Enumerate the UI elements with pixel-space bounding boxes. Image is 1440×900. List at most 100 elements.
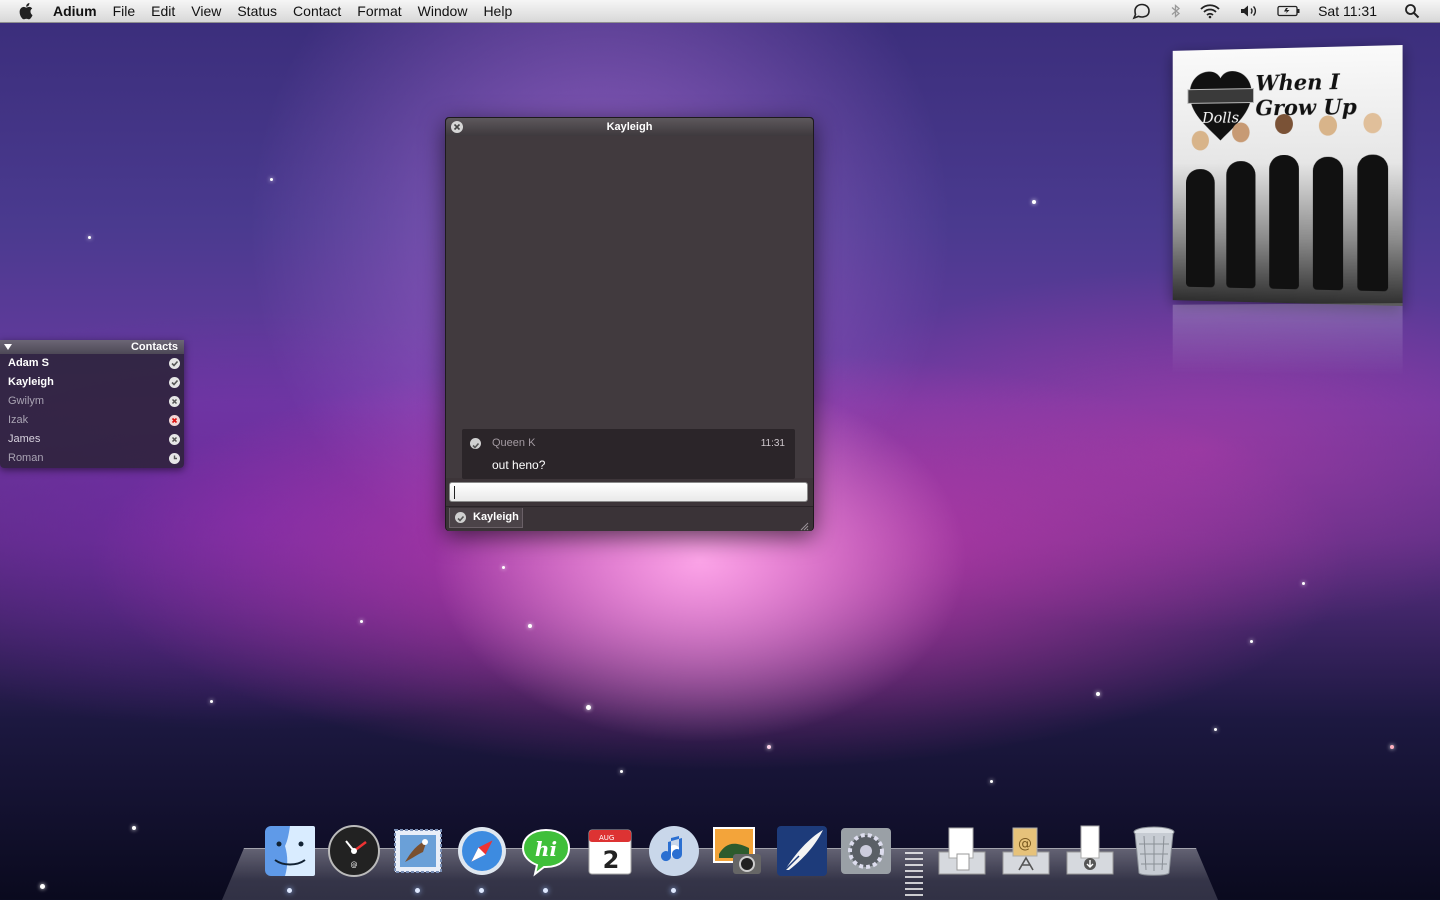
dock-separator — [905, 852, 923, 896]
contact-row[interactable]: Roman — [0, 449, 184, 468]
wifi-icon[interactable] — [1199, 3, 1221, 19]
sender-status-icon — [470, 438, 481, 449]
apple-menu-icon[interactable] — [19, 3, 39, 19]
star — [586, 705, 591, 710]
figure-head — [1319, 115, 1337, 135]
album-art-widget[interactable]: Dolls When I Grow Up — [1173, 45, 1403, 306]
contact-list-window: Contacts Adam S Kayleigh Gwilym Izak Jam… — [0, 340, 184, 468]
mail-icon[interactable] — [389, 822, 447, 880]
message-history[interactable] — [446, 136, 813, 478]
svg-text:@: @ — [351, 861, 358, 869]
status-busy-icon — [169, 415, 180, 426]
iphoto-icon[interactable] — [709, 822, 767, 880]
tab-status-icon — [455, 512, 466, 523]
figure — [1357, 155, 1388, 292]
menu-contact[interactable]: Contact — [285, 0, 349, 22]
menu-help[interactable]: Help — [475, 0, 520, 22]
chat-window: Kayleigh Queen K 11:31 out heno? Kayleig… — [445, 117, 814, 531]
adium-duck-icon[interactable] — [1131, 2, 1153, 20]
star — [40, 884, 45, 889]
svg-text:hi: hi — [535, 837, 557, 861]
contact-row[interactable]: Gwilym — [0, 392, 184, 411]
running-indicator — [671, 888, 676, 893]
running-indicator — [543, 888, 548, 893]
bluetooth-icon[interactable] — [1171, 3, 1181, 19]
star — [1302, 582, 1305, 585]
star — [360, 620, 363, 623]
hi-chat-icon[interactable]: hi — [517, 822, 575, 880]
contact-list-header[interactable]: Contacts — [0, 340, 184, 354]
contact-row[interactable]: James — [0, 430, 184, 449]
menubar-clock[interactable]: Sat 11:31 — [1318, 3, 1377, 19]
chat-message: Queen K 11:31 out heno? — [462, 429, 795, 479]
contact-group-title: Contacts — [131, 341, 178, 353]
star — [1032, 200, 1036, 204]
contact-row[interactable]: Kayleigh — [0, 373, 184, 392]
chat-tab[interactable]: Kayleigh — [449, 508, 523, 528]
star — [270, 178, 273, 181]
chat-title-bar[interactable]: Kayleigh — [446, 118, 813, 136]
contact-name: Izak — [8, 414, 28, 426]
menu-bar: Adium File Edit View Status Contact Form… — [0, 0, 1440, 23]
star — [502, 566, 505, 569]
system-preferences-icon[interactable] — [837, 822, 895, 880]
figure — [1186, 169, 1215, 287]
volume-icon[interactable] — [1239, 3, 1259, 19]
star — [990, 780, 993, 783]
running-indicator — [479, 888, 484, 893]
safari-icon[interactable] — [453, 822, 511, 880]
svg-text:@: @ — [1018, 836, 1032, 852]
quill-icon[interactable] — [773, 822, 831, 880]
contact-name: Kayleigh — [8, 376, 54, 388]
chat-title: Kayleigh — [607, 121, 653, 133]
album-art-reflection — [1173, 303, 1403, 375]
status-available-icon — [169, 358, 180, 369]
contact-row[interactable]: Izak — [0, 411, 184, 430]
downloads-stack-icon[interactable] — [1061, 822, 1119, 880]
itunes-icon[interactable] — [645, 822, 703, 880]
status-offline-icon — [169, 396, 180, 407]
contact-name: Gwilym — [8, 395, 44, 407]
resize-grip-icon[interactable] — [799, 518, 809, 528]
ical-icon[interactable]: AUG 2 — [581, 822, 639, 880]
star — [88, 236, 91, 239]
star — [132, 826, 136, 830]
applications-stack-icon[interactable]: @ — [997, 822, 1055, 880]
contact-name: Roman — [8, 452, 43, 464]
disclosure-triangle-icon[interactable] — [4, 344, 12, 350]
menu-format[interactable]: Format — [349, 0, 409, 22]
status-available-icon — [169, 377, 180, 388]
contact-row[interactable]: Adam S — [0, 354, 184, 373]
documents-stack-icon[interactable] — [933, 822, 991, 880]
message-time: 11:31 — [761, 438, 785, 449]
menu-view[interactable]: View — [183, 0, 229, 22]
figure — [1313, 157, 1343, 291]
star — [528, 624, 532, 628]
status-idle-icon — [169, 453, 180, 464]
running-indicator — [287, 888, 292, 893]
dashboard-icon[interactable]: @ — [325, 822, 383, 880]
chat-tab-bar: Kayleigh — [446, 506, 813, 531]
figure-head — [1192, 131, 1209, 151]
status-offline-icon — [169, 434, 180, 445]
trash-icon[interactable] — [1125, 822, 1183, 880]
battery-icon[interactable] — [1277, 4, 1301, 18]
message-text: out heno? — [492, 458, 545, 472]
figure-head — [1275, 114, 1293, 134]
spotlight-icon[interactable] — [1404, 3, 1420, 19]
menu-app-name[interactable]: Adium — [53, 0, 105, 22]
menu-edit[interactable]: Edit — [143, 0, 183, 22]
message-input[interactable] — [449, 482, 808, 502]
menu-extras: Sat 11:31 — [1122, 0, 1440, 22]
star — [1390, 745, 1394, 749]
menu-window[interactable]: Window — [410, 0, 476, 22]
finder-icon[interactable] — [261, 822, 319, 880]
menu-file[interactable]: File — [105, 0, 144, 22]
menu-status[interactable]: Status — [229, 0, 285, 22]
figure — [1226, 161, 1255, 288]
contact-name: James — [8, 433, 40, 445]
close-window-button[interactable] — [451, 121, 463, 133]
figure — [1269, 155, 1299, 289]
contact-name: Adam S — [8, 357, 49, 369]
text-caret — [454, 486, 455, 499]
